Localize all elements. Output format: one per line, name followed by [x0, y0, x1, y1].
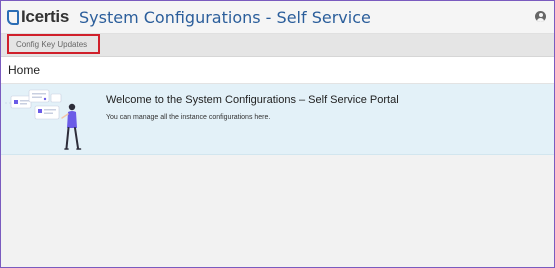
nav-item-config-key-updates[interactable]: Config Key Updates — [7, 34, 100, 54]
icertis-logo-icon — [7, 9, 19, 25]
welcome-illustration — [5, 89, 82, 150]
logo[interactable]: Icertis — [7, 7, 69, 27]
welcome-banner: Welcome to the System Configurations – S… — [1, 84, 554, 155]
nav-bar: Config Key Updates — [1, 34, 554, 57]
breadcrumb-home[interactable]: Home — [8, 63, 40, 77]
app-window: Icertis System Configurations - Self Ser… — [0, 0, 555, 268]
nav-item-label: Config Key Updates — [16, 39, 88, 49]
logo-text: Icertis — [21, 7, 69, 26]
welcome-subtitle: You can manage all the instance configur… — [106, 114, 271, 121]
welcome-title: Welcome to the System Configurations – S… — [106, 94, 399, 106]
user-circle-icon[interactable] — [535, 11, 546, 22]
breadcrumb: Home — [1, 57, 554, 84]
app-title: System Configurations - Self Service — [79, 7, 371, 27]
app-header: Icertis System Configurations - Self Ser… — [1, 1, 554, 34]
